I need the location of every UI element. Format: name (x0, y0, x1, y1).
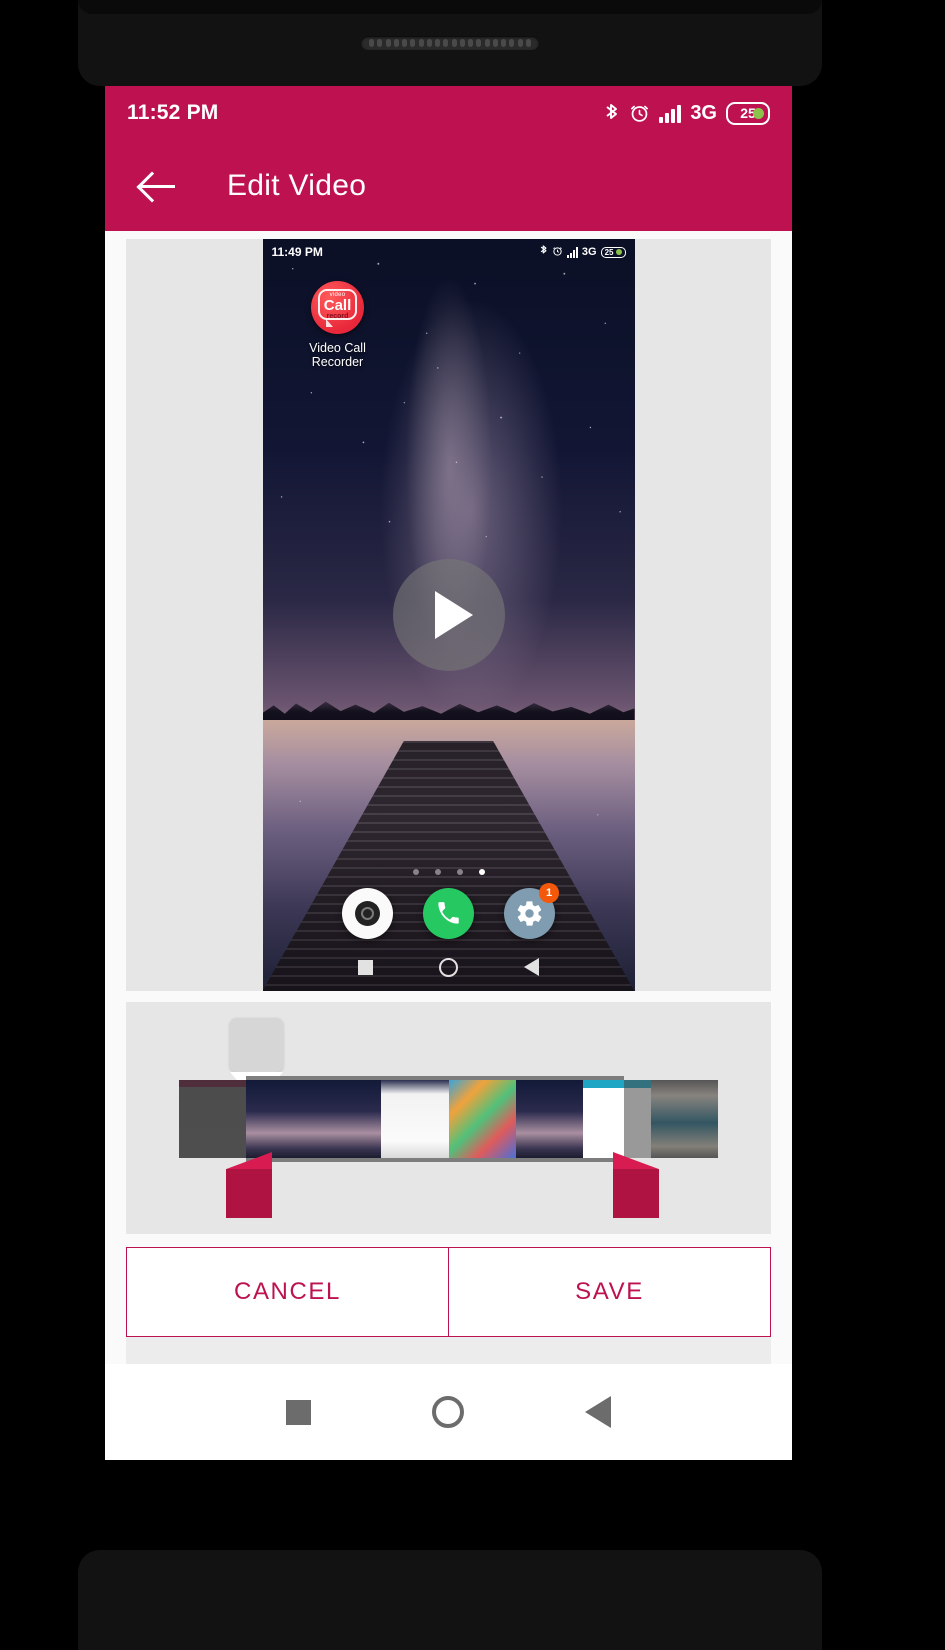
trim-start-handle[interactable] (226, 1152, 272, 1220)
alarm-icon (629, 102, 650, 124)
recorded-battery-icon: 25 (600, 246, 626, 258)
main-content: 11:49 PM 3G 25 video Call record Video C… (105, 231, 792, 1460)
trim-end-handle[interactable] (613, 1152, 659, 1220)
page-title: Edit Video (227, 168, 367, 202)
video-preview-panel: 11:49 PM 3G 25 video Call record Video C… (126, 239, 771, 991)
signal-icon (659, 104, 682, 123)
recorded-alarm-icon (552, 245, 563, 260)
settings-gear-icon: 1 (504, 883, 559, 939)
phone-screen: 11:52 PM 3G 25 Edit Video 11:49 PM 3G 25… (105, 86, 792, 1460)
shortcut-label-line1: Video Call (309, 341, 366, 355)
filmstrip[interactable] (179, 1080, 718, 1158)
recorded-battery-level: 25 (604, 247, 614, 257)
earpiece-speaker (361, 36, 539, 50)
back-triangle-icon[interactable] (585, 1396, 612, 1428)
home-page-indicator (263, 869, 635, 875)
recorded-network-label: 3G (581, 246, 597, 258)
video-player[interactable]: 11:49 PM 3G 25 video Call record Video C… (262, 239, 635, 991)
home-dock: 1 (263, 883, 635, 939)
status-bar-time: 11:52 PM (127, 101, 219, 124)
status-bar: 11:52 PM 3G 25 (105, 86, 792, 140)
video-call-recorder-icon: video Call record (311, 281, 364, 334)
home-circle-icon (438, 957, 458, 977)
list-item[interactable] (381, 1080, 449, 1158)
camera-icon (342, 888, 393, 939)
network-type-label: 3G (690, 101, 717, 124)
list-item[interactable] (313, 1080, 382, 1158)
bottom-spacer (126, 1337, 771, 1364)
cancel-button[interactable]: CANCEL (127, 1248, 448, 1336)
recorded-bluetooth-icon (539, 244, 548, 260)
back-arrow-icon[interactable] (139, 166, 179, 206)
list-item[interactable] (448, 1080, 516, 1158)
recorded-status-time: 11:49 PM (271, 245, 323, 259)
save-button[interactable]: SAVE (448, 1248, 770, 1336)
recents-square-icon[interactable] (285, 1399, 311, 1425)
list-item[interactable] (246, 1080, 314, 1158)
back-triangle-icon (524, 958, 540, 976)
home-circle-icon[interactable] (431, 1396, 464, 1428)
app-bar: Edit Video (105, 140, 792, 231)
playhead-tooltip (230, 1018, 283, 1072)
phone-icon (423, 888, 474, 939)
list-item[interactable] (179, 1080, 247, 1158)
system-nav-bar (105, 1364, 792, 1460)
recorded-nav-bar (263, 949, 635, 985)
icon-bottom-text: record (326, 313, 349, 320)
bluetooth-icon (603, 102, 620, 125)
home-screen-shortcut: video Call record Video Call Recorder (299, 281, 377, 370)
battery-icon: 25 (726, 101, 770, 125)
list-item[interactable] (583, 1080, 651, 1158)
phone-device: 11:52 PM 3G 25 Edit Video 11:49 PM 3G 25… (0, 0, 945, 1650)
trim-timeline-panel (126, 1002, 771, 1234)
list-item[interactable] (515, 1080, 584, 1158)
shortcut-label-line2: Recorder (311, 355, 364, 370)
list-item[interactable] (650, 1080, 718, 1158)
settings-badge: 1 (539, 883, 559, 903)
recorded-signal-icon (566, 246, 578, 258)
icon-main-text: Call (323, 297, 352, 314)
device-top-bezel (78, 0, 822, 86)
action-bar: CANCEL SAVE (126, 1247, 771, 1337)
device-bottom-bezel (78, 1550, 822, 1650)
play-icon[interactable] (392, 559, 505, 671)
recorded-status-bar: 11:49 PM 3G 25 (263, 239, 635, 265)
battery-level-label: 25 (740, 105, 756, 121)
recents-square-icon (357, 959, 373, 975)
